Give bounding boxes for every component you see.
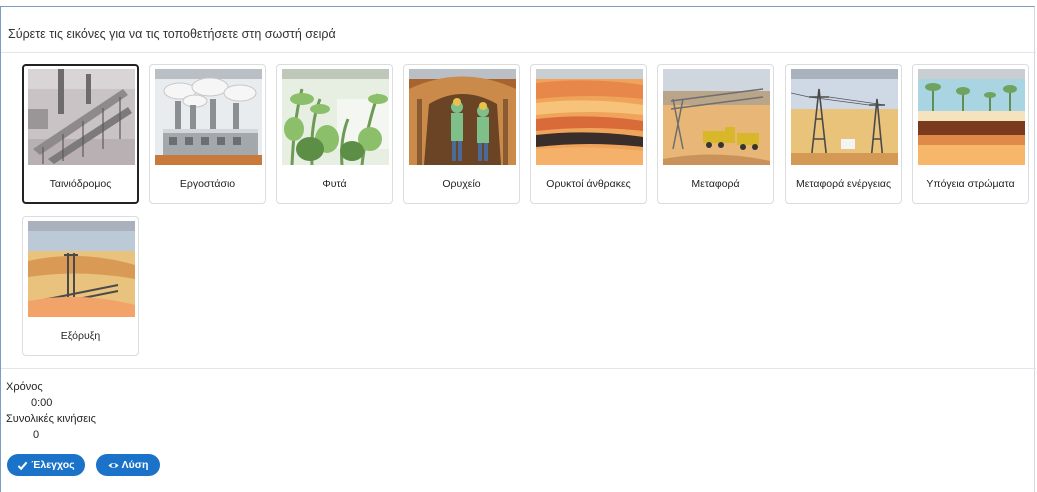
eye-icon [108, 462, 119, 468]
power-lines-image [791, 69, 898, 165]
card-label: Ορυκτοί άνθρακες [546, 178, 631, 190]
card-transport[interactable]: Μεταφορά [657, 64, 774, 204]
factory-image [155, 69, 262, 165]
time-value: 0:00 [31, 397, 53, 409]
card-label: Φυτά [322, 178, 347, 190]
transport-image [663, 69, 770, 165]
moves-label: Συνολικές κινήσεις [6, 413, 96, 425]
card-plants[interactable]: Φυτά [276, 64, 393, 204]
mine-image [409, 69, 516, 165]
card-conveyor[interactable]: Ταινιόδρομος [22, 64, 139, 204]
card-label: Ορυχείο [442, 178, 481, 190]
card-power-transport[interactable]: Μεταφορά ενέργειας [785, 64, 902, 204]
divider-bottom [1, 368, 1036, 369]
card-label: Μεταφορά [691, 178, 740, 190]
card-coal-layers[interactable]: Ορυκτοί άνθρακες [530, 64, 647, 204]
card-factory[interactable]: Εργοστάσιο [149, 64, 266, 204]
moves-value: 0 [33, 429, 40, 441]
coal-layers-image [536, 69, 643, 165]
solution-button-label: Λύση [121, 459, 149, 471]
check-button-label: Έλεγχος [31, 459, 75, 471]
card-label: Ταινιόδρομος [49, 178, 112, 190]
card-label: Μεταφορά ενέργειας [795, 178, 892, 190]
card-excavation[interactable]: Εξόρυξη [22, 216, 139, 356]
check-button[interactable]: Έλεγχος [7, 454, 85, 476]
card-mine[interactable]: Ορυχείο [403, 64, 520, 204]
card-underground-layers[interactable]: Υπόγεια στρώματα [912, 64, 1029, 204]
instruction-text: Σύρετε τις εικόνες για να τις τοποθετήσε… [8, 27, 336, 41]
card-label: Εργοστάσιο [179, 178, 236, 190]
card-label: Εξόρυξη [60, 330, 101, 342]
excavation-image [28, 221, 135, 317]
conveyor-belt-image [28, 69, 135, 165]
card-label: Υπόγεια στρώματα [926, 178, 1015, 190]
divider-top [1, 52, 1036, 53]
checkmark-icon [18, 461, 28, 470]
solution-button[interactable]: Λύση [96, 454, 160, 476]
plants-image [282, 69, 389, 165]
time-label: Χρόνος [6, 381, 43, 393]
underground-layers-image [918, 69, 1025, 165]
